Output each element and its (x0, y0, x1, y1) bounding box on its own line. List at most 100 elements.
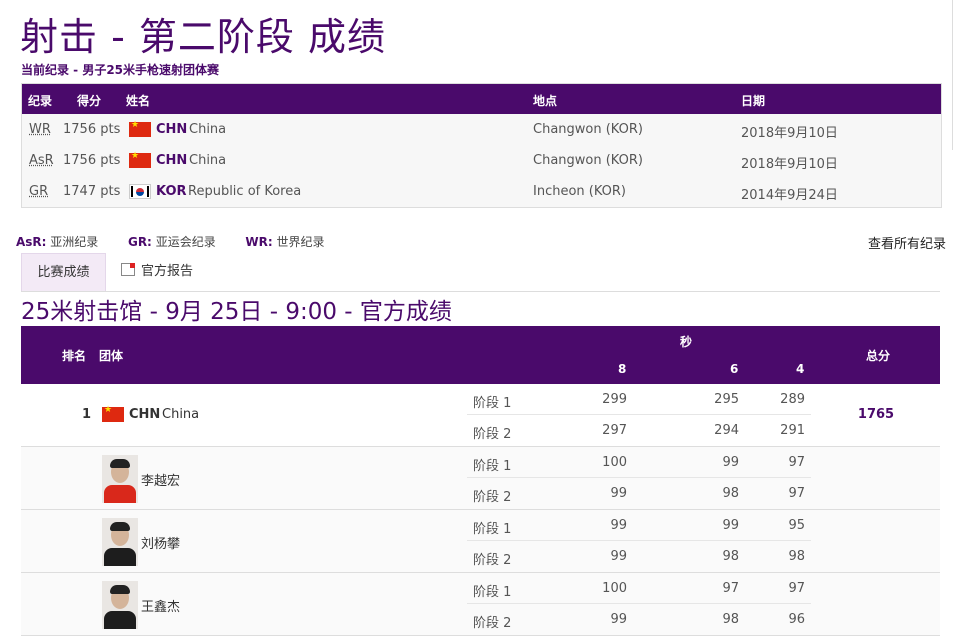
stage-label: 阶段 2 (473, 490, 512, 505)
header-rank: 排名 (62, 349, 87, 363)
records-header: 纪录 得分 姓名 地点 日期 (22, 84, 941, 114)
record-score: 1747 pts (63, 184, 121, 199)
team-noc[interactable]: CHN (129, 407, 160, 422)
header-8s: 8 (618, 362, 627, 376)
scrollbar-track[interactable] (950, 0, 954, 639)
stage-row: 阶段 1 99 99 95 (467, 510, 811, 540)
record-noc[interactable]: CHN (156, 153, 187, 168)
record-row: GR 1747 pts KOR Republic of Korea Incheo… (22, 176, 941, 207)
results-table: 排名 团体 秒 8 6 4 总分 1 CHN China 阶段 1 299 29… (21, 326, 940, 639)
score-6s: 99 (722, 518, 739, 533)
stage-label: 阶段 2 (473, 553, 512, 568)
team-country: China (162, 407, 200, 422)
header-team: 团体 (99, 349, 124, 363)
score-6s: 98 (722, 612, 739, 627)
view-all-records-link[interactable]: 查看所有纪录 (868, 233, 946, 252)
stage-label: 阶段 1 (473, 459, 512, 474)
flag-china-icon (129, 151, 151, 168)
records-table: 纪录 得分 姓名 地点 日期 WR 1756 pts CHN China Cha… (21, 83, 942, 208)
athlete-photo (102, 518, 138, 566)
score-4s: 97 (788, 581, 805, 596)
results-header: 排名 团体 秒 8 6 4 总分 (21, 326, 940, 384)
header-date: 日期 (741, 94, 766, 108)
record-score: 1756 pts (63, 122, 121, 137)
legend-wr-key: WR: (245, 235, 273, 249)
record-place: Changwon (KOR) (533, 122, 643, 137)
record-code-link[interactable]: GR (29, 184, 48, 199)
flag-korea-icon (129, 184, 151, 199)
stage-row: 阶段 2 99 98 96 (467, 604, 811, 634)
record-code-link[interactable]: AsR (29, 153, 54, 168)
score-4s: 289 (780, 392, 805, 407)
record-country: China (189, 122, 227, 137)
tab-results[interactable]: 比赛成绩 (21, 253, 106, 291)
records-legend: AsR: 亚洲纪录 GR: 亚运会纪录 WR: 世界纪录 (16, 233, 324, 250)
legend-gr-key: GR: (127, 235, 152, 249)
record-score: 1756 pts (63, 153, 121, 168)
pdf-icon (121, 263, 135, 276)
score-6s: 295 (714, 392, 739, 407)
score-4s: 97 (788, 486, 805, 501)
stage-label: 阶段 2 (473, 427, 512, 442)
stage-label: 阶段 1 (473, 522, 512, 537)
header-place: 地点 (533, 94, 558, 108)
header-6s: 6 (730, 362, 739, 376)
header-4s: 4 (796, 362, 805, 376)
record-noc[interactable]: KOR (156, 184, 187, 199)
team-row: 1 CHN China 阶段 1 299 295 289 阶段 2 297 29… (21, 384, 940, 447)
stage-row: 阶段 2 297 294 291 (467, 415, 811, 445)
team-rank: 1 (82, 407, 92, 422)
score-6s: 294 (714, 423, 739, 438)
stage-row: 阶段 1 299 295 289 (467, 384, 811, 414)
legend-asr-label: 亚洲纪录 (50, 235, 99, 249)
team-total: 1765 (857, 407, 895, 422)
event-title: 25米射击馆 - 9月 25日 - 9:00 - 官方成绩 (21, 299, 452, 325)
record-country: Republic of Korea (188, 184, 302, 199)
athlete-name[interactable]: 王鑫杰 (141, 596, 180, 615)
athlete-photo (102, 581, 138, 629)
score-4s: 291 (780, 423, 805, 438)
header-seconds: 秒 (680, 335, 693, 349)
flag-china-icon (129, 120, 151, 137)
record-row: AsR 1756 pts CHN China Changwon (KOR) 20… (22, 145, 941, 176)
record-code-link[interactable]: WR (29, 122, 51, 137)
athlete-row: 刘杨攀 阶段 1 99 99 95 阶段 2 99 98 98 (21, 510, 940, 573)
score-8s: 299 (602, 392, 627, 407)
score-4s: 96 (788, 612, 805, 627)
score-6s: 98 (722, 549, 739, 564)
header-score: 得分 (77, 94, 102, 108)
record-place: Incheon (KOR) (533, 184, 627, 199)
record-country: China (189, 153, 227, 168)
header-record: 纪录 (28, 94, 53, 108)
record-noc[interactable]: CHN (156, 122, 187, 137)
score-8s: 99 (610, 486, 627, 501)
record-row: WR 1756 pts CHN China Changwon (KOR) 201… (22, 114, 941, 145)
stage-row: 阶段 1 100 99 97 (467, 447, 811, 477)
tab-bar: 比赛成绩 官方报告 (21, 253, 940, 292)
score-8s: 99 (610, 549, 627, 564)
athlete-row: 李越宏 阶段 1 100 99 97 阶段 2 99 98 97 (21, 447, 940, 510)
record-date: 2014年9月24日 (741, 188, 838, 203)
score-8s: 100 (602, 455, 627, 470)
legend-gr-label: 亚运会纪录 (155, 235, 216, 249)
score-6s: 97 (722, 581, 739, 596)
record-date: 2018年9月10日 (741, 157, 838, 172)
score-4s: 98 (788, 549, 805, 564)
score-6s: 98 (722, 486, 739, 501)
score-8s: 99 (610, 518, 627, 533)
record-place: Changwon (KOR) (533, 153, 643, 168)
stage-label: 阶段 1 (473, 585, 512, 600)
score-8s: 297 (602, 423, 627, 438)
page-title: 射击 - 第二阶段 成绩 (20, 15, 386, 59)
score-6s: 99 (722, 455, 739, 470)
athlete-name[interactable]: 李越宏 (141, 470, 180, 489)
legend-wr-label: 世界纪录 (276, 235, 325, 249)
athlete-name[interactable]: 刘杨攀 (141, 533, 180, 552)
athlete-photo (102, 455, 138, 503)
stage-row: 阶段 2 99 98 98 (467, 541, 811, 571)
tab-official-report-label: 官方报告 (141, 264, 194, 279)
tab-official-report[interactable]: 官方报告 (121, 253, 211, 291)
score-8s: 100 (602, 581, 627, 596)
athlete-row: 王鑫杰 阶段 1 100 97 97 阶段 2 99 98 96 (21, 573, 940, 636)
stage-row: 阶段 1 100 97 97 (467, 573, 811, 603)
